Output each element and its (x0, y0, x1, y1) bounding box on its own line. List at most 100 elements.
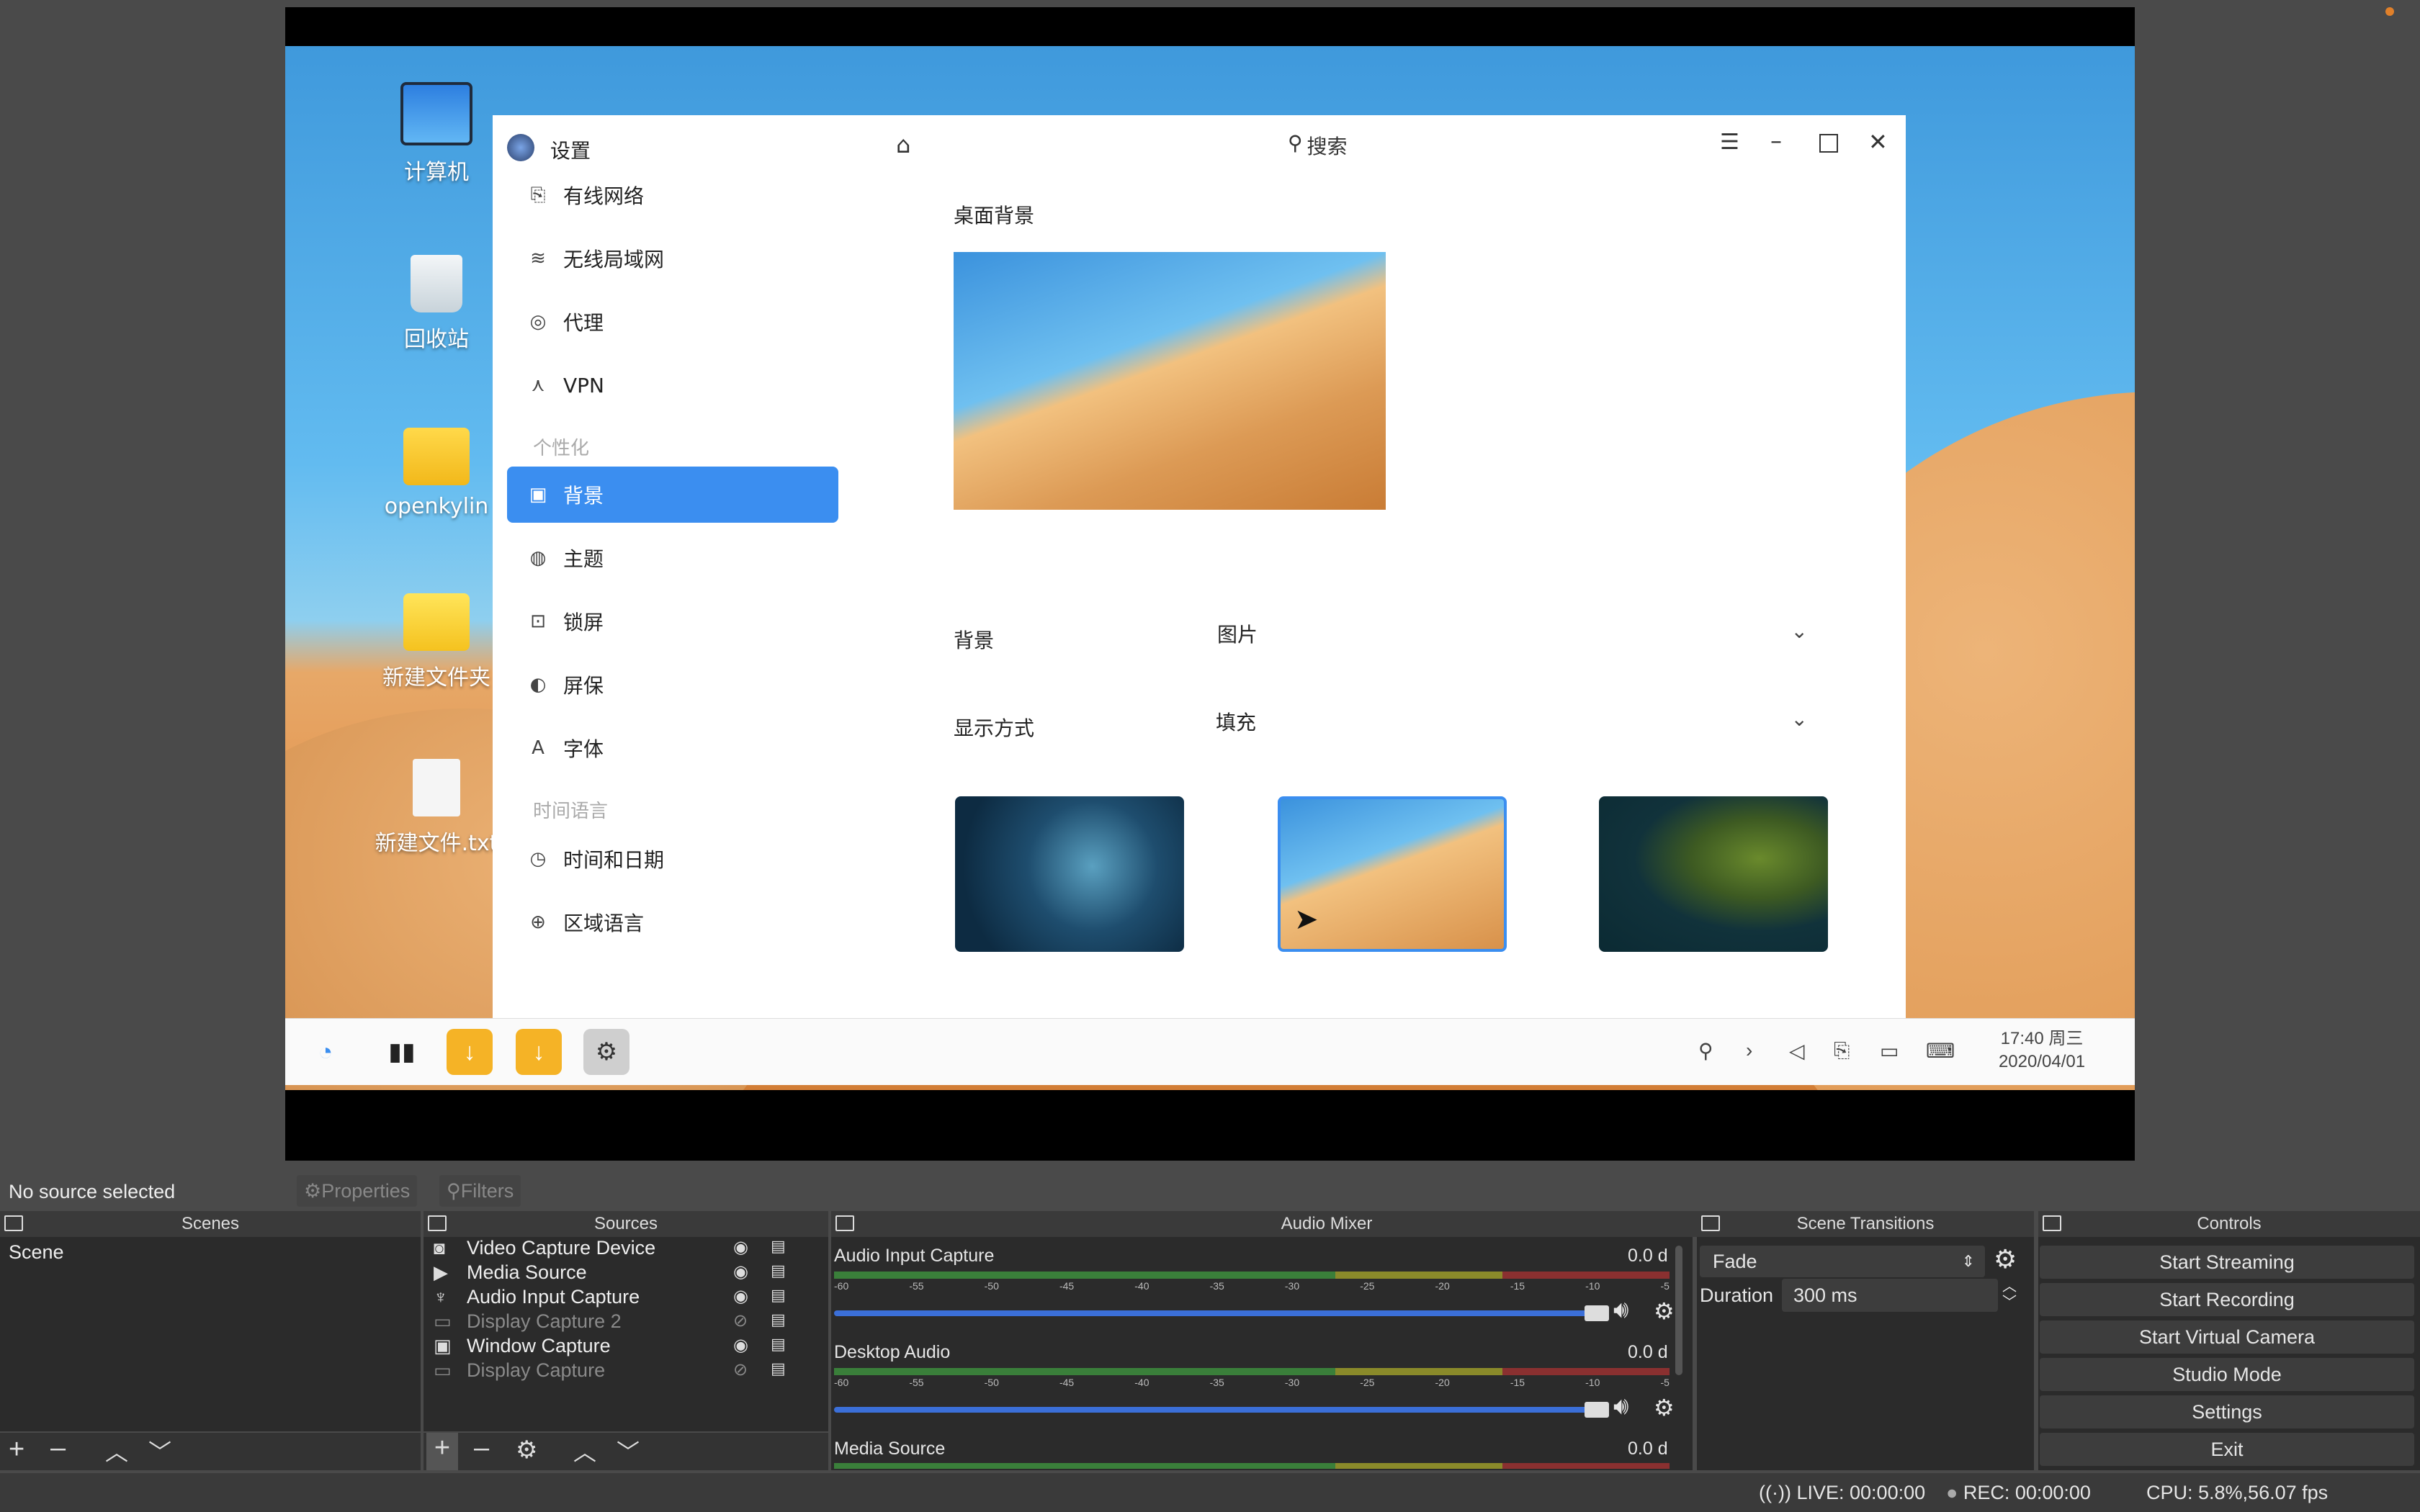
visibility-eye-icon[interactable]: ◉ (733, 1237, 748, 1258)
start-recording-button[interactable]: Start Recording (2040, 1283, 2414, 1316)
network-icon[interactable]: ⎘ (1834, 1039, 1850, 1063)
remove-scene-icon[interactable]: – (50, 1433, 66, 1464)
move-up-icon[interactable]: ︿ (105, 1434, 128, 1467)
wallpaper-thumb-ocean[interactable] (955, 796, 1184, 952)
lock-icon[interactable]: ▤ (771, 1359, 786, 1378)
exit-button[interactable]: Exit (2040, 1433, 2414, 1466)
sidebar-item-background[interactable]: ▣ 背景 (507, 467, 838, 523)
studio-mode-button[interactable]: Studio Mode (2040, 1358, 2414, 1391)
transition-settings-gear-icon[interactable]: ⚙ (1994, 1244, 2017, 1274)
desktop-icon-new-file[interactable]: 新建文件.txt (364, 759, 508, 857)
screensaver-icon: ◐ (529, 674, 547, 696)
monitor-icon: ▭ (434, 1359, 452, 1381)
hidden-eye-icon[interactable]: ⊘ (733, 1310, 748, 1331)
visibility-eye-icon[interactable]: ◉ (733, 1261, 748, 1282)
sidebar-item-vpn[interactable]: ⋏ VPN (507, 357, 838, 413)
section-time-language: 时间语言 (533, 801, 609, 822)
volume-slider[interactable] (834, 1310, 1597, 1316)
start-virtual-camera-button[interactable]: Start Virtual Camera (2040, 1320, 2414, 1354)
source-settings-gear-icon[interactable]: ⚙ (516, 1436, 537, 1464)
sidebar-item-datetime[interactable]: ◷ 时间和日期 (507, 831, 838, 887)
hidden-eye-icon[interactable]: ⊘ (733, 1359, 748, 1380)
multitask-view-icon[interactable]: ▮▮ (379, 1029, 425, 1075)
lock-icon[interactable]: ▤ (771, 1286, 786, 1305)
lock-icon[interactable]: ▤ (771, 1335, 786, 1354)
lock-icon[interactable]: ▤ (771, 1237, 786, 1256)
properties-button[interactable]: ⚙Properties (297, 1175, 418, 1207)
sidebar-item-wired[interactable]: ⎘ 有线网络 (507, 167, 838, 223)
speaker-icon[interactable]: 🔊︎ (1613, 1392, 1628, 1421)
transition-select[interactable]: Fade ⇕ (1700, 1246, 1985, 1277)
computer-icon (400, 82, 472, 145)
app-launcher-icon[interactable]: ↓ (447, 1029, 493, 1075)
home-icon[interactable]: ⌂ (896, 131, 910, 158)
minimize-icon[interactable]: – (1770, 127, 1782, 154)
sidebar-item-region[interactable]: ⊕ 区域语言 (507, 894, 838, 950)
sidebar-item-screensaver[interactable]: ◐ 屏保 (507, 657, 838, 713)
settings-taskbar-icon[interactable]: ⚙ (583, 1029, 629, 1075)
gear-icon[interactable]: ⚙ (1654, 1394, 1675, 1421)
filters-button[interactable]: ⚲Filters (439, 1175, 521, 1207)
scene-item[interactable]: Scene (9, 1241, 64, 1264)
theme-icon: ◍ (529, 547, 547, 569)
settings-button[interactable]: Settings (2040, 1395, 2414, 1428)
source-item[interactable]: ▭ Display Capture ⊘ ▤ (424, 1359, 828, 1384)
desktop-icon-trash[interactable]: 回收站 (364, 255, 508, 353)
mixer-scrollbar[interactable] (1675, 1246, 1682, 1375)
search-icon[interactable]: ⚲ (1698, 1039, 1713, 1063)
sidebar-item-theme[interactable]: ◍ 主题 (507, 530, 838, 586)
sidebar-item-font[interactable]: A 字体 (507, 720, 838, 776)
desktop-icon-computer[interactable]: 计算机 (364, 82, 508, 186)
sidebar-item-lockscreen[interactable]: ⊡ 锁屏 (507, 593, 838, 649)
move-down-icon[interactable]: ﹀ (148, 1434, 171, 1467)
source-item[interactable]: ▣ Window Capture ◉ ▤ (424, 1335, 828, 1359)
desktop-icon-new-folder[interactable]: 新建文件夹 (364, 593, 508, 691)
maximize-icon[interactable] (1819, 134, 1838, 153)
keyboard-icon[interactable]: ⌨ (1926, 1039, 1955, 1063)
background-type-select[interactable]: 图片 ⌄ (1217, 619, 1808, 654)
desktop-icon-home[interactable]: openkylin (364, 428, 508, 519)
source-item[interactable]: ♆ Audio Input Capture ◉ ▤ (424, 1286, 828, 1310)
menu-icon[interactable]: ☰ (1720, 130, 1739, 155)
speaker-icon[interactable]: 🔊︎ (1613, 1296, 1628, 1324)
add-source-icon[interactable]: + (426, 1433, 458, 1470)
visibility-eye-icon[interactable]: ◉ (733, 1335, 748, 1356)
move-up-icon[interactable]: ︿ (573, 1434, 596, 1467)
volume-slider-handle[interactable] (1585, 1305, 1609, 1321)
start-menu-icon[interactable]: ◔ (302, 1029, 349, 1075)
dock-float-icon[interactable] (4, 1215, 23, 1231)
dock-float-icon[interactable] (1701, 1215, 1720, 1231)
duration-input[interactable]: 300 ms (1782, 1279, 1998, 1312)
sidebar-item-wifi[interactable]: ≋ 无线局域网 (507, 230, 838, 287)
volume-icon[interactable]: ◁ (1789, 1039, 1805, 1063)
wallpaper-thumb-island[interactable] (1599, 796, 1828, 952)
notification-icon[interactable]: ▭ (1880, 1039, 1899, 1063)
volume-slider-handle[interactable] (1585, 1402, 1609, 1418)
start-streaming-button[interactable]: Start Streaming (2040, 1246, 2414, 1279)
close-icon[interactable]: ✕ (1868, 128, 1888, 156)
move-down-icon[interactable]: ﹀ (617, 1434, 640, 1467)
lock-icon[interactable]: ▤ (771, 1310, 786, 1329)
meter-ticks: -60 -55 -50 -45 -40 -35 -30 -25 -20 -15 -10 -5 (834, 1280, 1670, 1292)
search-box[interactable]: ⚲ 搜索 (1288, 131, 1348, 160)
source-item[interactable]: ◙ Video Capture Device ◉ ▤ (424, 1237, 828, 1261)
volume-slider[interactable] (834, 1407, 1597, 1413)
chevron-right-icon[interactable]: › (1746, 1039, 1752, 1062)
monitor-icon: ▭ (434, 1310, 452, 1332)
duration-stepper[interactable]: ︿ ﹀ (2002, 1279, 2017, 1310)
clock[interactable]: 17:40 周三 2020/04/01 (1988, 1027, 2096, 1074)
display-mode-select[interactable]: 填充 ⌄ (1216, 707, 1808, 742)
app-launcher-icon-2[interactable]: ↓ (516, 1029, 562, 1075)
lock-icon[interactable]: ▤ (771, 1261, 786, 1280)
remove-source-icon[interactable]: – (474, 1433, 489, 1464)
source-item[interactable]: ▭ Display Capture 2 ⊘ ▤ (424, 1310, 828, 1335)
dock-float-icon[interactable] (835, 1215, 854, 1231)
gear-icon[interactable]: ⚙ (1654, 1297, 1675, 1325)
meter-ticks: -60 -55 -50 -45 -40 -35 -30 -25 -20 -15 -10 -5 (834, 1377, 1670, 1388)
sidebar-item-proxy[interactable]: ◎ 代理 (507, 294, 838, 350)
visibility-eye-icon[interactable]: ◉ (733, 1286, 748, 1307)
dock-float-icon[interactable] (2043, 1215, 2061, 1231)
source-item[interactable]: ▶ Media Source ◉ ▤ (424, 1261, 828, 1286)
dock-float-icon[interactable] (428, 1215, 447, 1231)
add-scene-icon[interactable]: + (9, 1434, 24, 1465)
